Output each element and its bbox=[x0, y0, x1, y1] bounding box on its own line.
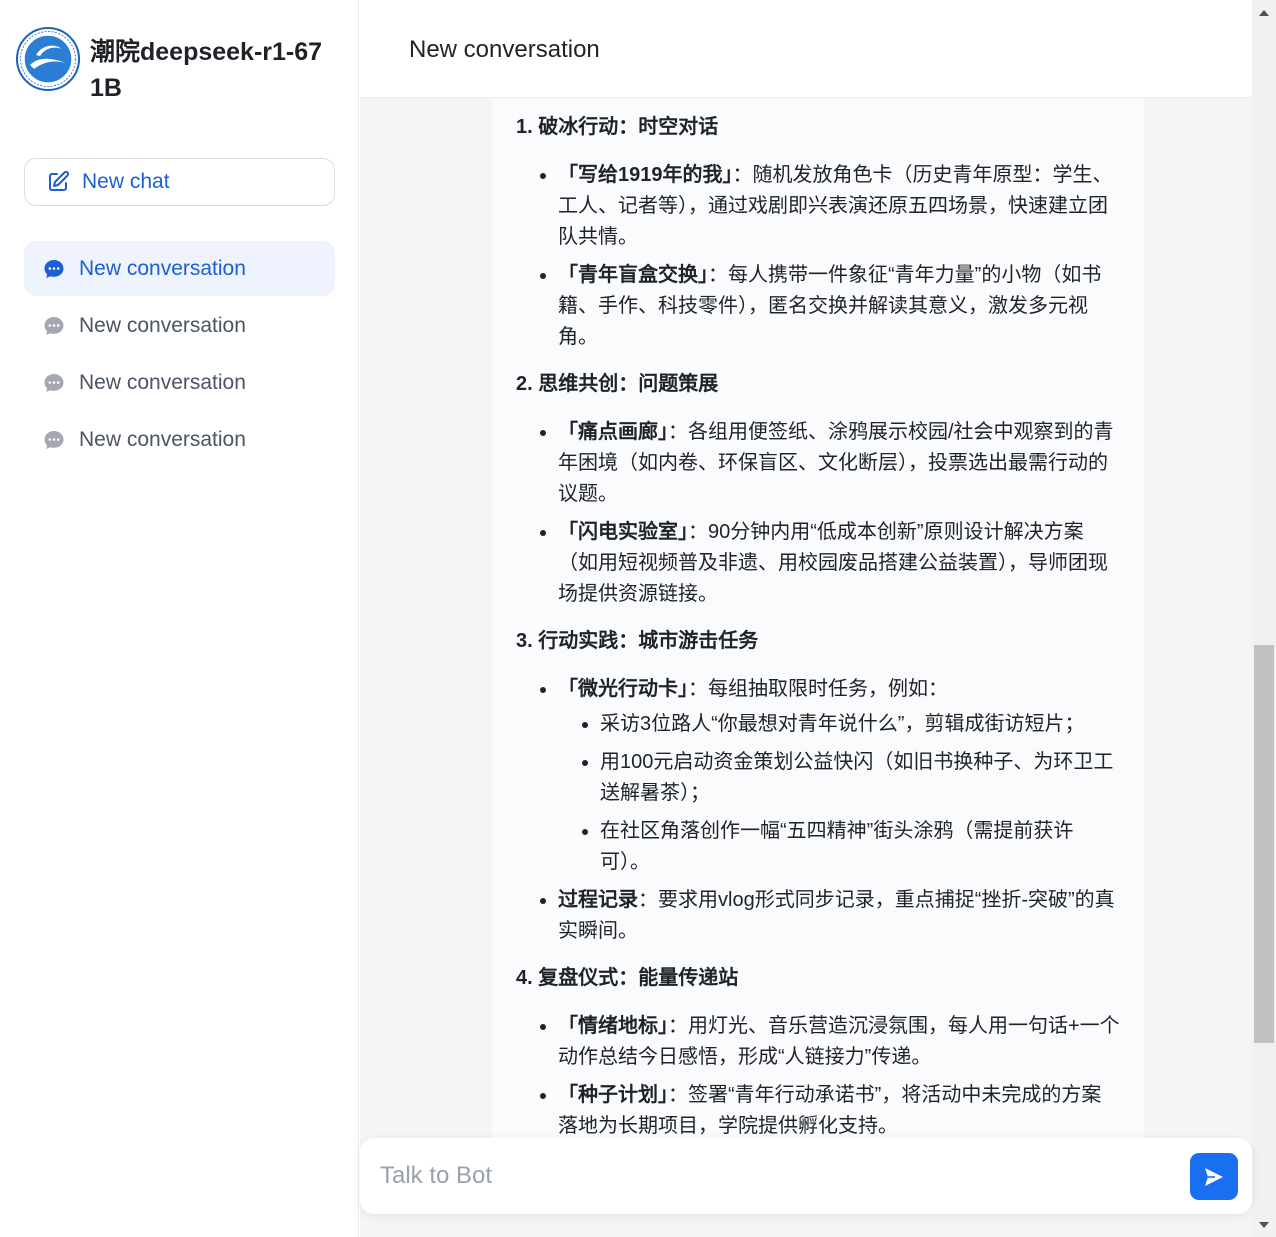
item-text: ：每组抽取限时任务，例如： bbox=[688, 678, 948, 700]
bot-message: 1. 破冰行动：时空对话「写给1919年的我」：随机发放角色卡（历史青年原型：学… bbox=[492, 40, 1144, 1150]
list-item: 「微光行动卡」：每组抽取限时任务，例如： 采访3位路人“你最想对青年说什么”，剪辑… bbox=[558, 674, 1120, 878]
conversation-title: New conversation bbox=[409, 36, 600, 63]
message-composer bbox=[360, 1138, 1252, 1214]
chat-main: New conversation 1. 破冰行动：时空对话「写给1919年的我」… bbox=[360, 0, 1252, 1237]
item-bold-label: 「闪电实验室」 bbox=[558, 521, 688, 543]
bullet-list: 「情绪地标」：用灯光、音乐营造沉浸氛围，每人用一句话+一个动作总结今日感悟，形成… bbox=[516, 1011, 1120, 1142]
conversation-item[interactable]: New conversation bbox=[24, 241, 335, 296]
section-heading: 3. 行动实践：城市游击任务 bbox=[516, 630, 759, 652]
edit-icon bbox=[49, 170, 70, 191]
chat-bubble-icon bbox=[44, 373, 64, 392]
list-item: 「情绪地标」：用灯光、音乐营造沉浸氛围，每人用一句话+一个动作总结今日感悟，形成… bbox=[558, 1011, 1120, 1073]
chat-header: New conversation bbox=[360, 0, 1252, 98]
scroll-down-arrow-icon[interactable] bbox=[1258, 1220, 1270, 1230]
item-text: ：要求用vlog形式同步记录，重点捕捉“挫折-突破”的真实瞬间。 bbox=[558, 889, 1115, 942]
bullet-list: 「微光行动卡」：每组抽取限时任务，例如： 采访3位路人“你最想对青年说什么”，剪辑… bbox=[516, 674, 1120, 947]
list-item: 「青年盲盒交换」：每人携带一件象征“青年力量”的小物（如书籍、手作、科技零件），… bbox=[558, 260, 1120, 353]
conversation-list: New conversation New conversation New co… bbox=[24, 241, 335, 469]
list-item: 「闪电实验室」：90分钟内用“低成本创新”原则设计解决方案（如用短视频普及非遗、… bbox=[558, 517, 1120, 610]
brand: 潮院deepseek-r1-671B bbox=[16, 27, 330, 106]
list-item: 「写给1919年的我」：随机发放角色卡（历史青年原型：学生、工人、记者等），通过… bbox=[558, 160, 1120, 253]
item-bold-label: 「痛点画廊」 bbox=[558, 421, 668, 443]
list-item: 「痛点画廊」：各组用便签纸、涂鸦展示校园/社会中观察到的青年困境（如内卷、环保盲… bbox=[558, 417, 1120, 510]
conversation-label: New conversation bbox=[79, 427, 246, 451]
sidebar: 潮院deepseek-r1-671B New chat New conversa… bbox=[0, 0, 359, 1237]
item-bold-label: 「写给1919年的我」 bbox=[558, 164, 733, 186]
bullet-list: 「写给1919年的我」：随机发放角色卡（历史青年原型：学生、工人、记者等），通过… bbox=[516, 160, 1120, 353]
send-button[interactable] bbox=[1190, 1153, 1238, 1200]
item-bold-label: 过程记录 bbox=[558, 889, 638, 911]
scroll-up-arrow-icon[interactable] bbox=[1258, 8, 1270, 18]
item-bold-label: 「微光行动卡」 bbox=[558, 678, 688, 700]
conversation-item[interactable]: New conversation bbox=[24, 412, 335, 467]
sub-list-item: 用100元启动资金策划公益快闪（如旧书换种子、为环卫工送解暑茶）； bbox=[600, 747, 1120, 809]
list-item: 过程记录：要求用vlog形式同步记录，重点捕捉“挫折-突破”的真实瞬间。 bbox=[558, 885, 1120, 947]
conversation-label: New conversation bbox=[79, 370, 246, 394]
sub-list-item: 采访3位路人“你最想对青年说什么”，剪辑成街访短片； bbox=[600, 709, 1120, 740]
conversation-item[interactable]: New conversation bbox=[24, 355, 335, 410]
chat-bubble-icon bbox=[44, 316, 64, 335]
new-chat-label: New chat bbox=[82, 170, 170, 193]
new-chat-button[interactable]: New chat bbox=[24, 158, 335, 206]
scrollbar-thumb[interactable] bbox=[1254, 645, 1274, 1043]
item-bold-label: 「青年盲盒交换」 bbox=[558, 264, 708, 286]
sub-bullet-list: 采访3位路人“你最想对青年说什么”，剪辑成街访短片； 用100元启动资金策划公益快… bbox=[558, 709, 1120, 878]
conversation-item[interactable]: New conversation bbox=[24, 298, 335, 353]
app-title: 潮院deepseek-r1-671B bbox=[90, 38, 323, 102]
send-icon bbox=[1205, 1167, 1223, 1186]
college-logo-icon bbox=[16, 27, 80, 91]
sub-list-item: 在社区角落创作一幅“五四精神”街头涂鸦（需提前获许可）。 bbox=[600, 816, 1120, 878]
bullet-list: 「痛点画廊」：各组用便签纸、涂鸦展示校园/社会中观察到的青年困境（如内卷、环保盲… bbox=[516, 417, 1120, 610]
section-heading: 4. 复盘仪式：能量传递站 bbox=[516, 967, 739, 989]
list-item: 「种子计划」：签署“青年行动承诺书”，将活动中未完成的方案落地为长期项目，学院提… bbox=[558, 1080, 1120, 1142]
conversation-label: New conversation bbox=[79, 313, 246, 337]
chat-bubble-icon bbox=[44, 259, 64, 278]
section-heading: 1. 破冰行动：时空对话 bbox=[516, 116, 719, 138]
message-input[interactable] bbox=[378, 1152, 1168, 1200]
conversation-label: New conversation bbox=[79, 256, 246, 280]
section-heading: 2. 思维共创：问题策展 bbox=[516, 373, 719, 395]
item-bold-label: 「种子计划」 bbox=[558, 1084, 668, 1106]
page-scrollbar[interactable] bbox=[1252, 0, 1276, 1237]
item-bold-label: 「情绪地标」 bbox=[558, 1015, 668, 1037]
chat-bubble-icon bbox=[44, 430, 64, 449]
